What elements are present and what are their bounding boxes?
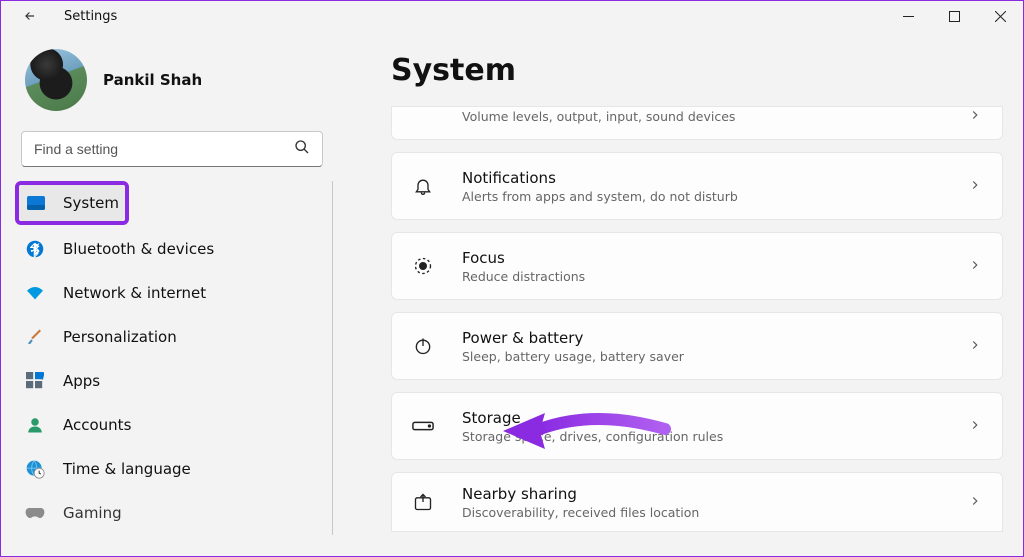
sidebar-item-system[interactable]: System: [19, 185, 125, 221]
storage-icon: [412, 419, 434, 433]
chevron-right-icon: [968, 337, 982, 356]
sidebar-item-label: Personalization: [63, 328, 177, 346]
bell-icon: [412, 176, 434, 196]
window-title: Settings: [64, 9, 117, 24]
wifi-icon: [25, 285, 45, 301]
profile-block[interactable]: Pankil Shah: [25, 49, 333, 111]
share-icon: [412, 492, 434, 512]
chevron-right-icon: [968, 177, 982, 196]
avatar: [25, 49, 87, 111]
sidebar-item-label: Gaming: [63, 504, 122, 522]
card-label: Power & battery: [462, 329, 940, 347]
card-label: Notifications: [462, 169, 940, 187]
paintbrush-icon: [25, 328, 45, 346]
sidebar-item-accounts[interactable]: Accounts: [17, 403, 324, 447]
sidebar-item-label: Network & internet: [63, 284, 206, 302]
chevron-right-icon: [968, 257, 982, 276]
settings-card-focus[interactable]: Focus Reduce distractions: [391, 232, 1003, 300]
chevron-right-icon: [968, 493, 982, 512]
maximize-button[interactable]: [931, 1, 977, 31]
apps-icon: [25, 372, 45, 390]
globe-clock-icon: [25, 459, 45, 479]
username: Pankil Shah: [103, 71, 202, 89]
main-panel: System Volume levels, output, input, sou…: [343, 31, 1023, 556]
page-title: System: [391, 53, 1003, 88]
sidebar: Pankil Shah System Bluetoo: [1, 31, 343, 556]
sidebar-item-network[interactable]: Network & internet: [17, 271, 324, 315]
card-description: Alerts from apps and system, do not dist…: [462, 189, 940, 204]
card-description: Reduce distractions: [462, 269, 940, 284]
card-label: Storage: [462, 409, 940, 427]
focus-icon: [412, 256, 434, 276]
sidebar-item-label: System: [63, 194, 119, 212]
bluetooth-icon: [25, 240, 45, 258]
card-description: Discoverability, received files location: [462, 505, 940, 520]
minimize-button[interactable]: [885, 1, 931, 31]
card-description: Volume levels, output, input, sound devi…: [462, 109, 940, 124]
sidebar-item-label: Apps: [63, 372, 100, 390]
card-label: Nearby sharing: [462, 485, 940, 503]
search-icon: [294, 139, 310, 159]
card-description: Storage space, drives, configuration rul…: [462, 429, 940, 444]
sidebar-item-personalization[interactable]: Personalization: [17, 315, 324, 359]
search-box[interactable]: [21, 131, 323, 167]
person-icon: [25, 416, 45, 434]
settings-card-sound[interactable]: Volume levels, output, input, sound devi…: [391, 106, 1003, 140]
card-label: Focus: [462, 249, 940, 267]
settings-card-list: Volume levels, output, input, sound devi…: [391, 106, 1003, 532]
settings-card-storage[interactable]: Storage Storage space, drives, configura…: [391, 392, 1003, 460]
close-button[interactable]: [977, 1, 1023, 31]
sidebar-item-label: Bluetooth & devices: [63, 240, 214, 258]
power-icon: [412, 336, 434, 356]
sidebar-item-apps[interactable]: Apps: [17, 359, 324, 403]
settings-card-power[interactable]: Power & battery Sleep, battery usage, ba…: [391, 312, 1003, 380]
system-icon: [27, 196, 45, 210]
back-button[interactable]: [21, 7, 39, 25]
sidebar-item-gaming[interactable]: Gaming: [17, 491, 324, 535]
sidebar-item-label: Accounts: [63, 416, 131, 434]
search-input[interactable]: [34, 141, 294, 157]
settings-card-nearby-sharing[interactable]: Nearby sharing Discoverability, received…: [391, 472, 1003, 532]
sidebar-item-time[interactable]: Time & language: [17, 447, 324, 491]
window-controls: [885, 1, 1023, 31]
chevron-right-icon: [968, 107, 982, 126]
chevron-right-icon: [968, 417, 982, 436]
titlebar: Settings: [1, 1, 1023, 31]
card-description: Sleep, battery usage, battery saver: [462, 349, 940, 364]
settings-card-notifications[interactable]: Notifications Alerts from apps and syste…: [391, 152, 1003, 220]
sidebar-item-bluetooth[interactable]: Bluetooth & devices: [17, 227, 324, 271]
annotation-highlight: System: [15, 181, 129, 225]
sidebar-item-label: Time & language: [63, 460, 191, 478]
nav: System Bluetooth & devices Network & int…: [17, 181, 333, 535]
gamepad-icon: [25, 506, 45, 520]
